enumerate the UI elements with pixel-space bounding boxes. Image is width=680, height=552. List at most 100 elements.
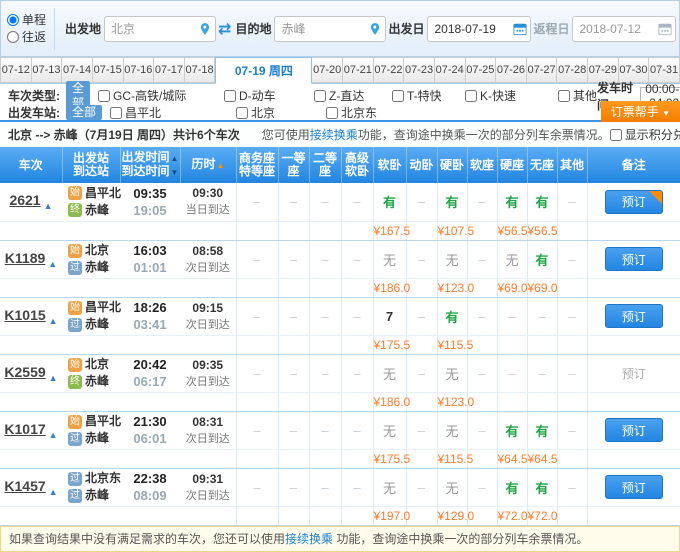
search-panel: 单程 往返 出发地 ⇄ 目的地 出发日 返程日 普通 学生 bbox=[0, 0, 680, 57]
date-tab-07-14[interactable]: 07-14 bbox=[62, 57, 93, 83]
collapse-toggle-icon[interactable]: ▲ bbox=[49, 316, 58, 326]
seat-business-seat: – bbox=[236, 354, 278, 392]
collapse-toggle-icon[interactable]: ▲ bbox=[48, 259, 57, 269]
seat-business-seat: – bbox=[236, 468, 278, 506]
departure-station-checkbox-0[interactable] bbox=[110, 107, 122, 119]
seat-hard-sleeper: 无 bbox=[437, 354, 467, 392]
date-tab-07-13[interactable]: 07-13 bbox=[32, 57, 63, 83]
swap-stations-icon[interactable]: ⇄ bbox=[218, 19, 231, 39]
train-number-link[interactable]: K1189 bbox=[5, 250, 45, 266]
seat-hard-sleeper: 有 bbox=[437, 297, 467, 335]
calendar-icon[interactable] bbox=[513, 22, 527, 36]
duration: 08:58 bbox=[180, 243, 236, 260]
departure-station-checkbox-2[interactable] bbox=[326, 107, 338, 119]
column-header-9: 动卧 bbox=[406, 147, 437, 183]
price-row-spacer bbox=[0, 335, 236, 354]
station-pass-icon: 过 bbox=[68, 489, 82, 503]
date-tab-07-27[interactable]: 07-27 bbox=[527, 57, 558, 83]
round-trip-option[interactable]: 往返 bbox=[7, 30, 46, 45]
collapse-toggle-icon[interactable]: ▲ bbox=[49, 487, 58, 497]
price-hard-sleeper: ¥107.5 bbox=[437, 221, 467, 240]
price-row-K1457: ¥197.0¥129.0¥72.0¥72.0 bbox=[0, 506, 680, 525]
arrival-day: 次日到达 bbox=[180, 260, 236, 276]
book-button[interactable]: 预订 bbox=[605, 304, 663, 328]
seat-hard-seat: – bbox=[497, 297, 527, 335]
seat-no-seat: 有 bbox=[527, 240, 557, 278]
date-tab-07-15[interactable]: 07-15 bbox=[93, 57, 124, 83]
one-way-radio[interactable] bbox=[7, 14, 19, 26]
train-type-checkbox-0[interactable] bbox=[98, 90, 110, 102]
book-button[interactable]: 预订 bbox=[605, 418, 663, 442]
train-type-option-2[interactable]: Z-直达 bbox=[314, 87, 392, 104]
sort-asc-icon[interactable]: ▲ bbox=[171, 154, 179, 163]
departure-station-option-2[interactable]: 北京东 bbox=[326, 104, 404, 121]
seat-no-seat: 有 bbox=[527, 468, 557, 506]
price-moving-sleeper bbox=[406, 335, 437, 354]
date-tab-07-19[interactable]: 07-19 周四 bbox=[215, 57, 312, 84]
transfer-link[interactable]: 接续换乘 bbox=[310, 128, 358, 142]
date-tab-07-17[interactable]: 07-17 bbox=[154, 57, 185, 83]
train-row-K1015: K1015▲始昌平北过赤峰18:2603:4109:15次日到达––––7–有–… bbox=[0, 297, 680, 335]
date-tab-07-26[interactable]: 07-26 bbox=[496, 57, 527, 83]
train-number-link[interactable]: K1017 bbox=[4, 421, 45, 437]
departure-station-option-0[interactable]: 昌平北 bbox=[110, 104, 236, 121]
collapse-toggle-icon[interactable]: ▲ bbox=[49, 430, 58, 440]
price-first-class bbox=[278, 221, 309, 240]
price-row-K1015: ¥175.5¥115.5 bbox=[0, 335, 680, 354]
seat-premium-soft-sleeper: – bbox=[341, 468, 373, 506]
date-tab-07-21[interactable]: 07-21 bbox=[343, 57, 374, 83]
from-station: 北京 bbox=[85, 356, 109, 373]
collapse-toggle-icon[interactable]: ▲ bbox=[49, 373, 58, 383]
train-number-link[interactable]: K1015 bbox=[4, 307, 45, 323]
station-start-icon: 始 bbox=[68, 415, 82, 429]
date-tab-07-16[interactable]: 07-16 bbox=[124, 57, 155, 83]
transfer-link-footer[interactable]: 接续换乘 bbox=[285, 532, 333, 546]
date-tab-07-24[interactable]: 07-24 bbox=[435, 57, 466, 83]
booking-helper-button[interactable]: 订票帮手 ▼ bbox=[601, 101, 680, 122]
column-header-2[interactable]: 出发时间▲到达时间▼ bbox=[120, 147, 180, 183]
round-trip-radio[interactable] bbox=[7, 31, 19, 43]
date-tab-07-20[interactable]: 07-20 bbox=[312, 57, 343, 83]
seat-hard-seat: 无 bbox=[497, 240, 527, 278]
date-tab-07-18[interactable]: 07-18 bbox=[185, 57, 216, 83]
price-second-class bbox=[309, 335, 341, 354]
show-points-option[interactable]: 显示积分兑换车次 bbox=[610, 126, 680, 143]
date-tab-07-22[interactable]: 07-22 bbox=[374, 57, 405, 83]
sort-asc-active-icon[interactable]: ▲ bbox=[217, 161, 225, 170]
departure-station-option-1[interactable]: 北京 bbox=[236, 104, 326, 121]
column-header-4: 商务座特等座 bbox=[236, 147, 278, 183]
train-type-option-0[interactable]: GC-高铁/城际 bbox=[98, 87, 224, 104]
train-number-link[interactable]: K1457 bbox=[4, 478, 45, 494]
station-all-chip[interactable]: 全部 bbox=[66, 105, 102, 120]
date-tab-07-23[interactable]: 07-23 bbox=[404, 57, 435, 83]
train-type-checkbox-2[interactable] bbox=[314, 90, 326, 102]
column-header-1: 出发站到达站 bbox=[62, 147, 120, 183]
column-header-15: 备注 bbox=[587, 147, 680, 183]
train-type-checkbox-3[interactable] bbox=[392, 90, 404, 102]
train-number-link[interactable]: K2559 bbox=[4, 364, 45, 380]
one-way-option[interactable]: 单程 bbox=[7, 13, 46, 28]
times-cell: 18:2603:41 bbox=[120, 297, 180, 335]
train-type-option-4[interactable]: K-快速 bbox=[465, 87, 558, 104]
book-button[interactable]: 预订 bbox=[605, 247, 663, 271]
train-type-checkbox-4[interactable] bbox=[465, 90, 477, 102]
train-type-checkbox-1[interactable] bbox=[224, 90, 236, 102]
sort-desc-icon[interactable]: ▼ bbox=[171, 168, 179, 177]
date-tab-07-28[interactable]: 07-28 bbox=[557, 57, 588, 83]
seat-premium-soft-sleeper: – bbox=[341, 297, 373, 335]
train-type-option-5[interactable]: 其他 bbox=[558, 87, 597, 104]
date-tab-07-12[interactable]: 07-12 bbox=[0, 57, 32, 83]
departure-station-checkbox-1[interactable] bbox=[236, 107, 248, 119]
train-number-link[interactable]: 2621 bbox=[9, 192, 40, 208]
price-hard-sleeper: ¥129.0 bbox=[437, 506, 467, 525]
date-tab-07-25[interactable]: 07-25 bbox=[466, 57, 497, 83]
book-button[interactable]: 预订 bbox=[605, 475, 663, 499]
train-type-checkbox-5[interactable] bbox=[558, 90, 570, 102]
column-header-3[interactable]: 历时▲ bbox=[180, 147, 236, 183]
train-type-option-3[interactable]: T-特快 bbox=[392, 87, 465, 104]
book-button[interactable]: 预订 bbox=[605, 190, 663, 214]
collapse-toggle-icon[interactable]: ▲ bbox=[44, 201, 53, 211]
times-cell: 22:3808:09 bbox=[120, 468, 180, 506]
show-points-checkbox[interactable] bbox=[610, 129, 622, 141]
train-type-option-1[interactable]: D-动车 bbox=[224, 87, 314, 104]
